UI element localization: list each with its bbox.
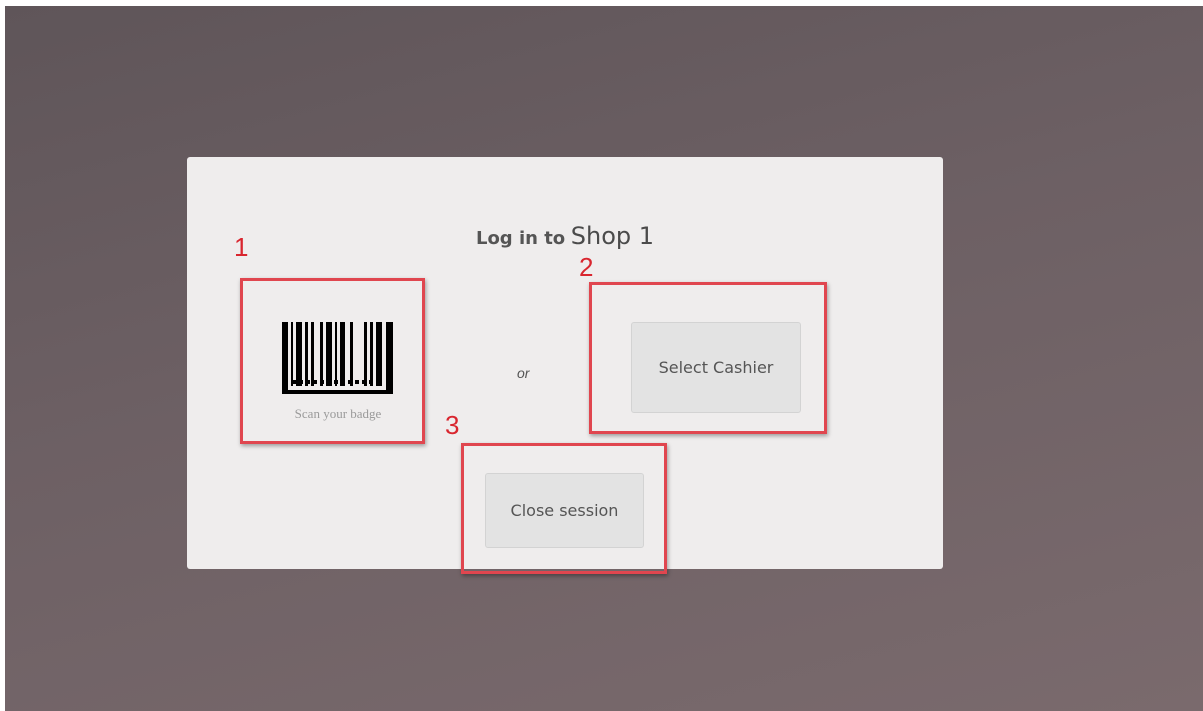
login-title: Log in to Shop 1 [187, 222, 943, 250]
login-title-prefix: Log in to [475, 228, 566, 249]
pos-background: Log in to Shop 1 Scan your badge or Sele… [5, 6, 1203, 711]
shop-name: Shop 1 [570, 222, 655, 250]
marker-1: 1 [234, 232, 249, 262]
highlight-box-1 [240, 278, 425, 444]
or-separator: or [517, 365, 530, 381]
marker-2: 2 [579, 252, 594, 282]
highlight-box-2 [589, 282, 827, 434]
highlight-box-3 [461, 443, 667, 574]
marker-3: 3 [445, 410, 460, 440]
